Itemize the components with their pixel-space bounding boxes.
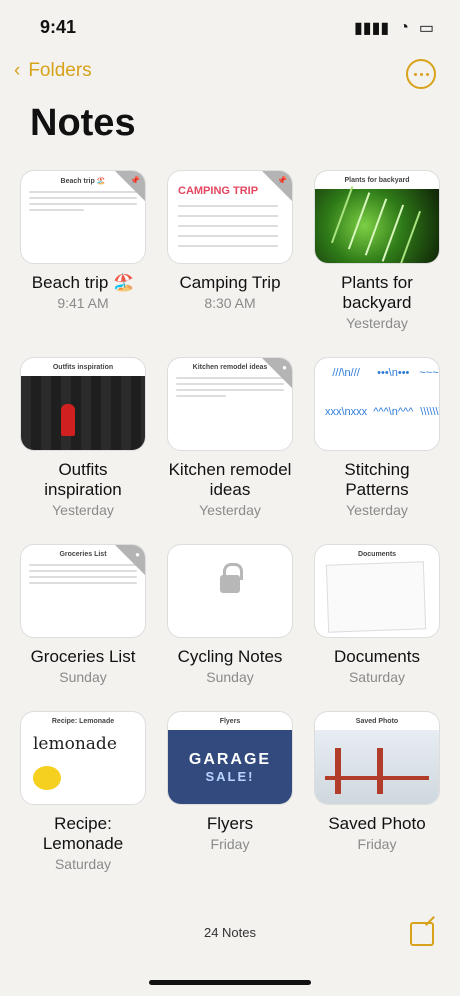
note-subtitle: Sunday	[206, 669, 254, 685]
note-card-plants[interactable]: Plants for backyard Plants for backyard …	[314, 170, 440, 331]
note-subtitle: Yesterday	[346, 502, 408, 518]
note-title: Saved Photo	[328, 814, 426, 833]
note-title: Camping Trip	[179, 273, 281, 292]
note-thumbnail: Kitchen remodel ideas ●	[167, 357, 293, 451]
note-card-kitchen[interactable]: Kitchen remodel ideas ● Kitchen remodel …	[167, 357, 293, 518]
note-card-flyers[interactable]: Flyers GARAGE SALE! Flyers Friday	[167, 711, 293, 872]
note-thumbnail: Recipe: Lemonade lemonade	[20, 711, 146, 805]
back-label: Folders	[28, 60, 92, 81]
notes-grid: Beach trip 🏖️ 📌 Beach trip 🏖️ 9:41 AM CA…	[20, 170, 440, 898]
note-subtitle: 8:30 AM	[204, 295, 256, 311]
compose-button[interactable]	[410, 922, 434, 946]
more-dot	[425, 72, 429, 76]
note-title: Kitchen remodel ideas	[168, 460, 292, 499]
note-title: Groceries List	[30, 647, 136, 666]
thumb-header: Plants for backyard	[344, 177, 410, 184]
note-subtitle: Saturday	[348, 669, 406, 685]
flyer-line-2: SALE!	[205, 768, 255, 784]
note-thumbnail	[167, 544, 293, 638]
note-title: Documents	[334, 647, 420, 666]
note-thumbnail: CAMPING TRIP 📌	[167, 170, 293, 264]
note-title: Recipe: Lemonade	[42, 814, 124, 853]
shared-icon: ●	[135, 550, 140, 559]
note-subtitle: Saturday	[54, 856, 112, 872]
note-subtitle: Yesterday	[346, 315, 408, 331]
note-subtitle: Sunday	[59, 669, 107, 685]
note-thumbnail: Flyers GARAGE SALE!	[167, 711, 293, 805]
status-time: 9:41	[40, 17, 77, 37]
note-thumbnail: Documents	[314, 544, 440, 638]
note-card-camping-trip[interactable]: CAMPING TRIP 📌 Camping Trip 8:30 AM	[167, 170, 293, 331]
note-subtitle: Yesterday	[52, 502, 114, 518]
note-title: Plants for backyard	[341, 273, 413, 312]
more-dot	[419, 72, 423, 76]
note-title: Stitching Patterns	[344, 460, 410, 499]
thumb-header: Documents	[357, 551, 397, 558]
thumb-header: Flyers	[219, 718, 241, 725]
back-button[interactable]: ‹ Folders	[14, 60, 92, 82]
status-icons: ▮▮▮▮ ◔ ▭	[354, 18, 434, 38]
bridge-photo	[315, 730, 439, 804]
page-title: Notes	[30, 102, 136, 144]
note-thumbnail: Outfits inspiration	[20, 357, 146, 451]
note-card-lemonade[interactable]: Recipe: Lemonade lemonade Recipe: Lemona…	[20, 711, 146, 872]
thumb-title: CAMPING TRIP	[178, 185, 259, 197]
thumb-script-text: lemonade	[33, 734, 117, 754]
note-thumbnail: Beach trip 🏖️ 📌	[20, 170, 146, 264]
pin-icon: 📌	[277, 176, 287, 185]
note-title: Outfits inspiration	[44, 460, 122, 499]
outfit-photo	[21, 376, 145, 450]
flyer-line-1: GARAGE	[188, 750, 272, 768]
navigation-bar: ‹ Folders	[0, 58, 460, 98]
shared-icon: ●	[282, 363, 287, 372]
plant-photo	[315, 189, 439, 263]
note-thumbnail: Groceries List ●	[20, 544, 146, 638]
note-thumbnail: Saved Photo	[314, 711, 440, 805]
note-card-documents[interactable]: Documents Documents Saturday	[314, 544, 440, 685]
note-subtitle: Friday	[210, 836, 250, 852]
flyer-preview: GARAGE SALE!	[168, 730, 292, 804]
lemon-icon	[33, 766, 61, 790]
note-title: Cycling Notes	[177, 647, 283, 666]
status-bar: 9:41 ▮▮▮▮ ◔ ▭	[0, 0, 460, 56]
thumb-header: Saved Photo	[355, 718, 399, 725]
signal-icon: ▮▮▮▮	[353, 20, 390, 37]
note-card-stitching[interactable]: ///\n///•••\n•••~~~\n~~~ xxx\nxxx^^^\n^^…	[314, 357, 440, 518]
more-dot	[413, 72, 417, 76]
note-subtitle: 9:41 AM	[57, 295, 109, 311]
battery-icon: ▭	[418, 20, 434, 37]
note-title: Beach trip 🏖️	[31, 273, 135, 292]
wifi-icon: ◔	[399, 19, 409, 36]
note-card-cycling[interactable]: Cycling Notes Sunday	[167, 544, 293, 685]
note-card-saved-photo[interactable]: Saved Photo Saved Photo Friday	[314, 711, 440, 872]
note-card-outfits[interactable]: Outfits inspiration Outfits inspiration …	[20, 357, 146, 518]
thumb-header: Recipe: Lemonade	[51, 718, 115, 725]
note-card-groceries[interactable]: Groceries List ● Groceries List Sunday	[20, 544, 146, 685]
note-card-beach-trip[interactable]: Beach trip 🏖️ 📌 Beach trip 🏖️ 9:41 AM	[20, 170, 146, 331]
more-button[interactable]	[406, 59, 436, 89]
note-subtitle: Friday	[357, 836, 397, 852]
pin-icon: 📌	[130, 176, 140, 185]
note-title: Flyers	[206, 814, 254, 833]
chevron-left-icon: ‹	[14, 60, 21, 81]
notes-count: 24 Notes	[203, 925, 257, 940]
note-thumbnail: ///\n///•••\n•••~~~\n~~~ xxx\nxxx^^^\n^^…	[314, 357, 440, 451]
note-subtitle: Yesterday	[199, 502, 261, 518]
thumb-header: Outfits inspiration	[52, 364, 114, 371]
stitch-pattern-grid: ///\n///•••\n•••~~~\n~~~ xxx\nxxx^^^\n^^…	[325, 367, 440, 418]
note-thumbnail: Plants for backyard	[314, 170, 440, 264]
home-indicator	[149, 980, 311, 985]
